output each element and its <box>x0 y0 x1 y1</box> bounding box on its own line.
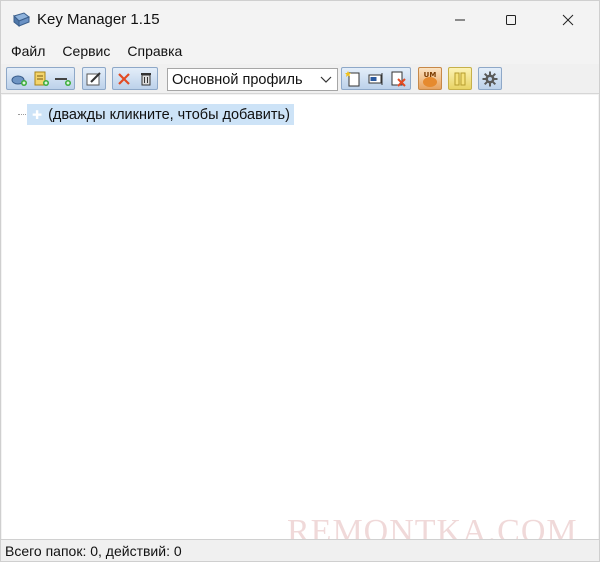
profile-buttons-group <box>341 67 411 90</box>
app-window: Key Manager 1.15 Файл Сервис Справка Осн… <box>0 0 600 562</box>
delete-profile-button[interactable] <box>387 68 409 89</box>
title-bar[interactable]: Key Manager 1.15 <box>1 1 599 39</box>
chevron-down-icon <box>320 72 332 90</box>
tree-add-placeholder[interactable]: ✚ (дважды кликните, чтобы добавить) <box>27 104 294 125</box>
maximize-icon <box>506 15 516 25</box>
clear-icon <box>141 72 151 85</box>
delete-icon <box>118 72 130 85</box>
edit-button[interactable] <box>82 67 106 90</box>
close-icon <box>562 14 574 26</box>
close-button[interactable] <box>545 1 591 39</box>
delete-buttons-group <box>112 67 158 90</box>
add-separator-icon <box>54 77 71 86</box>
um-button[interactable]: UM <box>418 67 442 90</box>
settings-button[interactable] <box>478 67 502 90</box>
menu-bar: Файл Сервис Справка <box>1 39 599 63</box>
pause-button[interactable] <box>448 67 472 90</box>
add-action-button[interactable] <box>30 68 52 89</box>
pause-icon <box>454 72 466 85</box>
edit-icon <box>86 71 101 85</box>
status-bar: Всего папок: 0, действий: 0 <box>1 539 599 561</box>
add-separator-button[interactable] <box>52 68 74 89</box>
minimize-button[interactable] <box>437 1 483 39</box>
um-icon: UM <box>423 71 437 87</box>
rename-profile-button[interactable] <box>365 68 387 89</box>
add-folder-button[interactable] <box>8 68 30 89</box>
profile-select[interactable]: Основной профиль <box>167 68 338 91</box>
delete-profile-icon <box>391 71 406 87</box>
status-text: Всего папок: 0, действий: 0 <box>5 542 182 559</box>
app-key-icon <box>11 11 31 29</box>
actions-tree[interactable]: ✚ (дважды кликните, чтобы добавить) <box>2 95 598 539</box>
tree-placeholder-label: (дважды кликните, чтобы добавить) <box>48 106 290 123</box>
plus-icon: ✚ <box>32 107 43 122</box>
window-title: Key Manager 1.15 <box>37 11 160 28</box>
new-profile-icon <box>345 70 360 86</box>
maximize-button[interactable] <box>488 1 534 39</box>
profile-select-value: Основной профиль <box>172 71 303 88</box>
new-profile-button[interactable] <box>343 68 365 89</box>
menu-file[interactable]: Файл <box>5 41 51 61</box>
add-folder-icon <box>11 75 27 86</box>
minimize-icon <box>455 19 465 21</box>
add-buttons-group <box>6 67 75 90</box>
gear-icon <box>482 71 498 86</box>
rename-profile-icon <box>368 72 383 85</box>
clear-button[interactable] <box>135 68 157 89</box>
delete-button[interactable] <box>113 68 135 89</box>
toolbar: Основной профиль UM <box>1 64 599 94</box>
add-action-icon <box>34 71 49 86</box>
menu-help[interactable]: Справка <box>121 41 188 61</box>
svg-text:UM: UM <box>424 71 437 79</box>
menu-service[interactable]: Сервис <box>56 41 116 61</box>
